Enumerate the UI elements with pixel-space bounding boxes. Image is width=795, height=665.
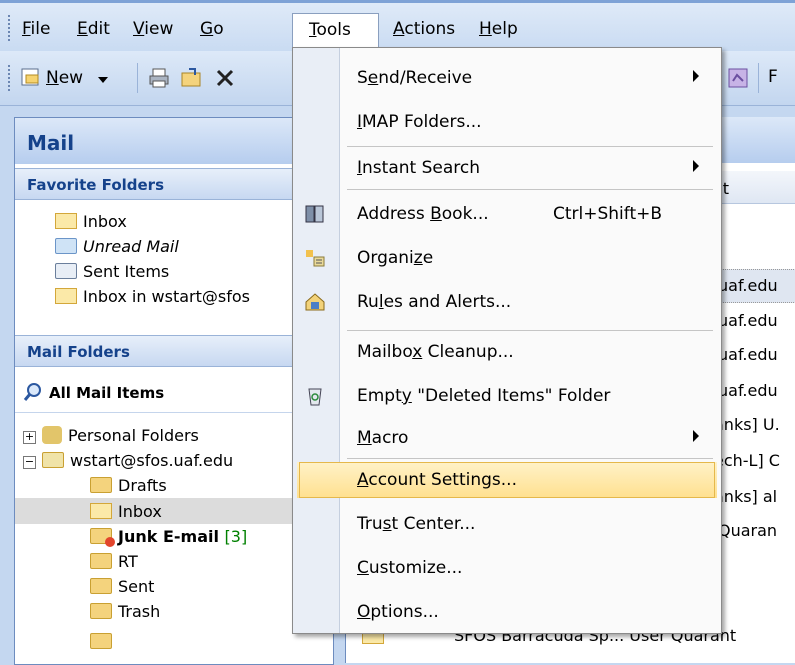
toolbar-grip[interactable] xyxy=(8,15,13,41)
folder-icon xyxy=(90,553,112,569)
menu-go[interactable]: Go xyxy=(200,19,224,39)
folder-junk-email[interactable]: Junk E-mail [3] xyxy=(90,527,248,547)
junk-folder-icon xyxy=(90,528,115,547)
folder-rt[interactable]: RT xyxy=(90,552,138,571)
menu-help[interactable]: Help xyxy=(479,19,518,39)
menu-tools[interactable]: Tools xyxy=(292,13,379,50)
delete-icon[interactable] xyxy=(214,67,236,89)
search-icon xyxy=(23,383,41,401)
new-mail-icon xyxy=(21,68,39,86)
submenu-arrow-icon xyxy=(693,160,699,172)
inbox-icon xyxy=(90,503,112,519)
move-to-folder-icon[interactable] xyxy=(180,67,202,89)
navigation-pane: Mail Favorite Folders Inbox Unread Mail … xyxy=(14,117,334,665)
mailbox-icon xyxy=(42,452,64,468)
page-title: Mail xyxy=(27,131,75,155)
menu-edit[interactable]: Edit xyxy=(77,19,110,39)
expand-icon[interactable]: + xyxy=(23,431,36,444)
print-icon[interactable] xyxy=(148,67,170,89)
menu-item-macro[interactable]: Macro xyxy=(293,420,721,456)
favorite-folders-header[interactable]: Favorite Folders xyxy=(15,168,333,200)
favorite-unread-mail[interactable]: Unread Mail xyxy=(55,237,179,256)
search-folder-icon xyxy=(55,238,77,254)
folder-icon xyxy=(90,477,112,493)
address-book-icon xyxy=(305,205,324,223)
folder-trash[interactable]: Trash xyxy=(90,602,160,621)
collapse-icon[interactable]: − xyxy=(23,456,36,469)
favorite-sent-items[interactable]: Sent Items xyxy=(55,262,169,281)
account-node[interactable]: − wstart@sfos.uaf.edu xyxy=(23,451,233,470)
mail-folders-header[interactable]: Mail Folders xyxy=(15,335,333,367)
menu-item-account-settings[interactable]: Account Settings... xyxy=(297,462,717,498)
all-mail-items[interactable]: All Mail Items xyxy=(23,382,164,402)
folder-sent[interactable]: Sent xyxy=(90,577,154,596)
personal-folders-node[interactable]: + Personal Folders xyxy=(23,426,199,445)
toolbar-grip[interactable] xyxy=(8,65,13,91)
menu-item-send-receive[interactable]: Send/Receive xyxy=(293,60,721,96)
menu-actions[interactable]: Actions xyxy=(393,19,455,39)
rules-toolbar-icon[interactable] xyxy=(727,67,749,89)
menu-view[interactable]: View xyxy=(133,19,173,39)
rules-alerts-icon xyxy=(305,293,325,311)
toolbar-overflow-label[interactable]: F xyxy=(768,67,778,87)
menu-item-instant-search[interactable]: Instant Search xyxy=(293,150,721,186)
menu-file[interactable]: File xyxy=(22,19,50,39)
new-button[interactable]: New xyxy=(20,64,140,92)
unread-count-badge: [3] xyxy=(224,527,248,546)
organize-icon xyxy=(306,250,325,267)
folder-icon xyxy=(90,603,112,619)
folder-icon xyxy=(90,578,112,594)
sent-items-icon xyxy=(55,263,77,279)
menu-item-mailbox-cleanup[interactable]: Mailbox Cleanup... xyxy=(293,334,721,370)
address-book-shortcut: Ctrl+Shift+B xyxy=(553,204,663,224)
selected-folder-highlight xyxy=(15,498,333,524)
folder-drafts[interactable]: Drafts xyxy=(90,476,167,495)
menu-item-empty-deleted-items[interactable]: Empty "Deleted Items" Folder xyxy=(293,378,721,414)
menu-item-customize[interactable]: Customize... xyxy=(293,550,721,586)
menu-item-rules-and-alerts[interactable]: Rules and Alerts... xyxy=(293,284,721,320)
menu-item-imap-folders[interactable]: IMAP Folders... xyxy=(293,104,721,140)
inbox-icon xyxy=(55,288,77,304)
folder-icon xyxy=(90,633,112,649)
menu-item-trust-center[interactable]: Trust Center... xyxy=(293,506,721,542)
nav-pane-header: Mail xyxy=(15,118,333,164)
tools-menu: Send/Receive IMAP Folders... Instant Sea… xyxy=(292,47,722,634)
submenu-arrow-icon xyxy=(693,430,699,442)
new-dropdown-arrow[interactable] xyxy=(98,77,108,83)
menu-item-organize[interactable]: Organize xyxy=(293,240,721,276)
inbox-icon xyxy=(55,213,77,229)
menu-item-address-book[interactable]: Address Book... Ctrl+Shift+B xyxy=(293,196,721,232)
submenu-arrow-icon xyxy=(693,70,699,82)
personal-folders-icon xyxy=(42,426,62,444)
folder-inbox[interactable]: Inbox xyxy=(90,502,162,521)
favorite-inbox[interactable]: Inbox xyxy=(55,212,127,231)
recycle-bin-icon xyxy=(308,388,322,406)
menu-item-options[interactable]: Options... xyxy=(293,594,721,630)
folder-partial[interactable] xyxy=(90,632,118,651)
menu-bar: File Edit View Go Tools Actions Help xyxy=(0,0,795,51)
